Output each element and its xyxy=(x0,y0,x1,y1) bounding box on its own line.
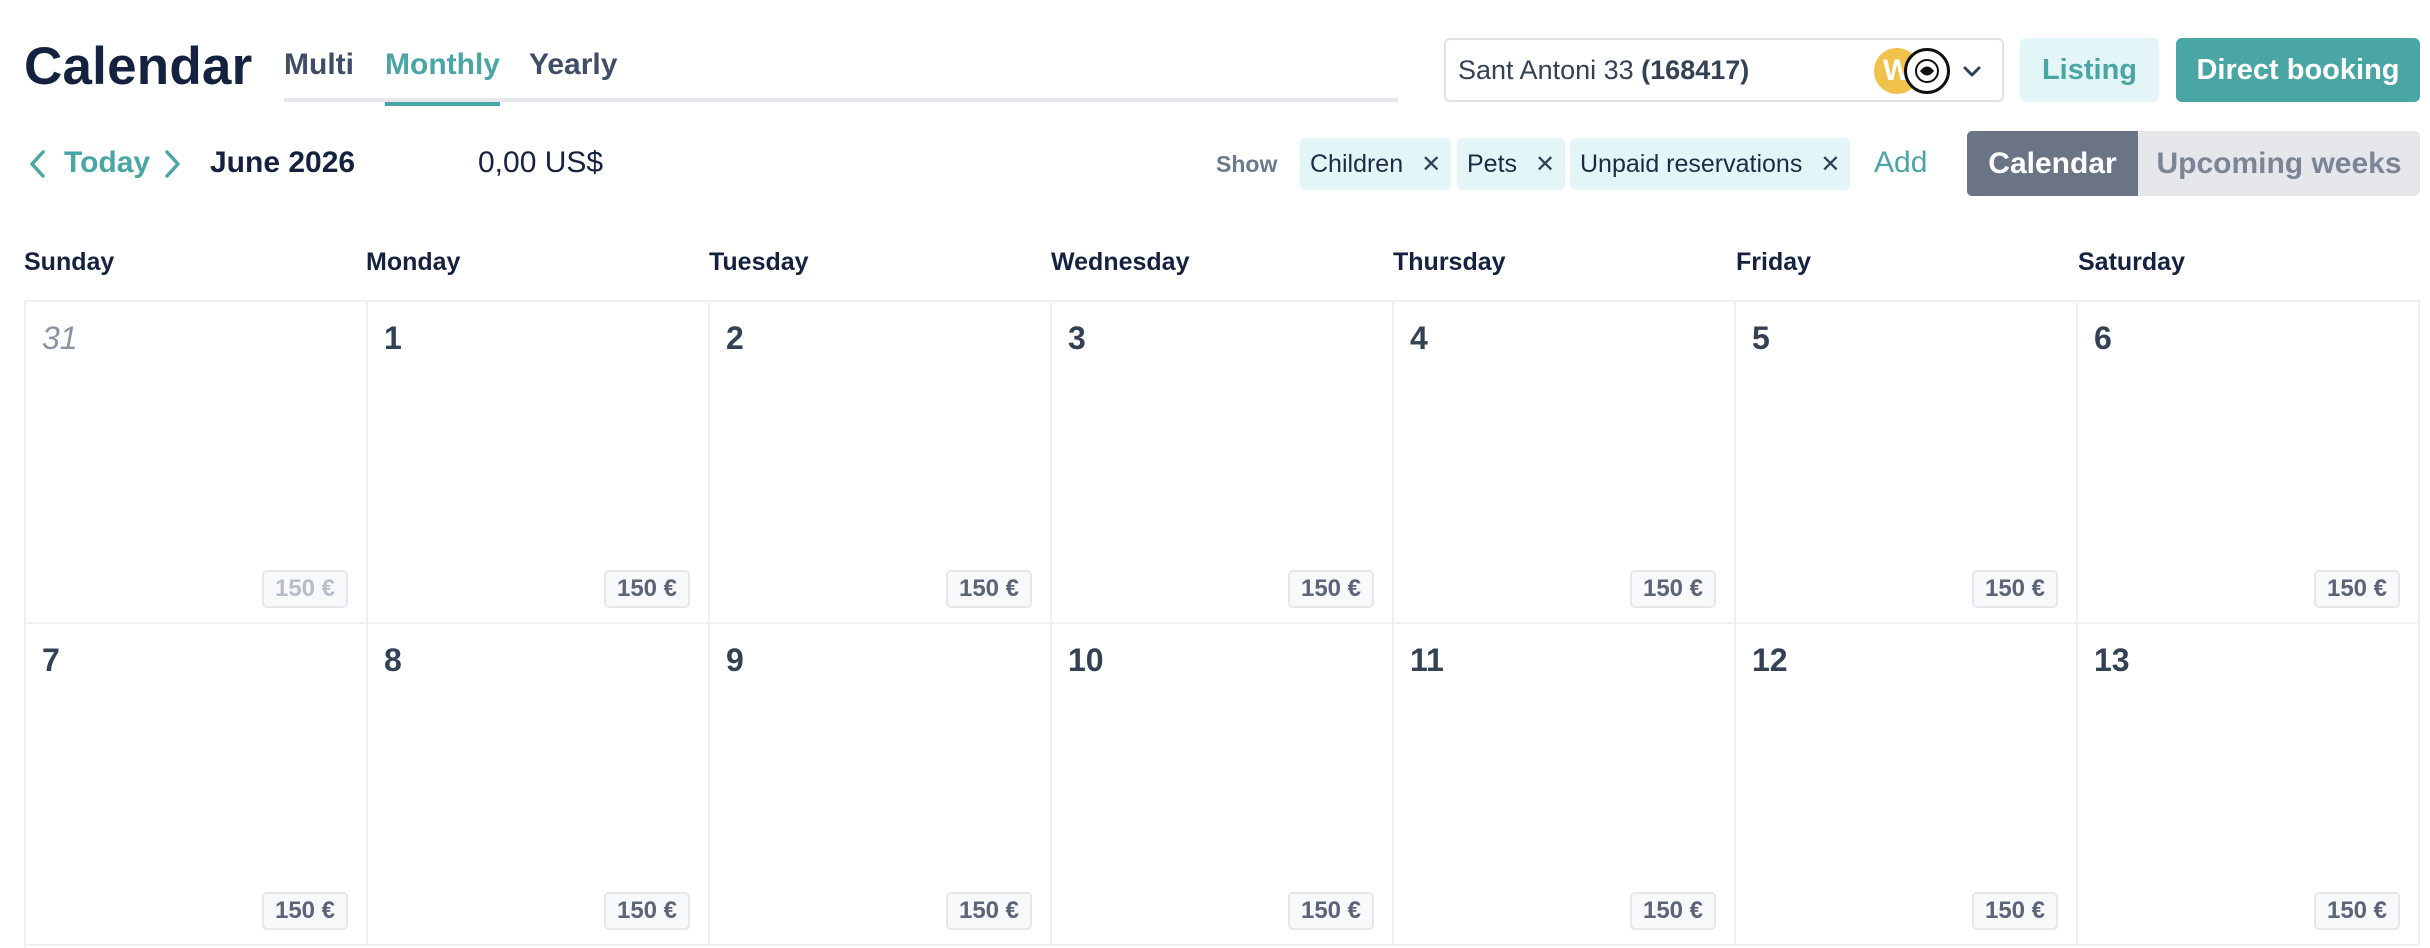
day-cell[interactable]: 8 150 € xyxy=(368,624,710,946)
day-number: 9 xyxy=(726,642,744,678)
chevron-left-icon[interactable] xyxy=(26,148,50,180)
property-name: Sant Antoni 33 xyxy=(1458,54,1634,85)
chevron-down-icon xyxy=(1963,66,1981,77)
day-cell[interactable]: 3 150 € xyxy=(1052,302,1394,624)
view-tabs: Multi Monthly Yearly xyxy=(284,38,1398,106)
day-price: 150 € xyxy=(1972,892,2058,930)
direct-booking-button[interactable]: Direct booking xyxy=(2176,38,2420,102)
filter-chip-label: Children xyxy=(1310,149,1404,178)
day-cell[interactable]: 13 150 € xyxy=(2078,624,2420,946)
day-price: 150 € xyxy=(1630,892,1716,930)
today-button[interactable]: Today xyxy=(64,146,150,180)
day-cell[interactable]: 1 150 € xyxy=(368,302,710,624)
day-price: 150 € xyxy=(1288,570,1374,608)
day-number: 12 xyxy=(1752,642,1788,678)
day-cell[interactable]: 31 150 € xyxy=(26,302,368,624)
weekday-header: Monday xyxy=(366,248,461,276)
chevron-right-icon[interactable] xyxy=(160,148,184,180)
day-price: 150 € xyxy=(2314,892,2400,930)
show-filters-label: Show xyxy=(1216,151,1278,177)
weekday-header: Thursday xyxy=(1393,248,1506,276)
day-price: 150 € xyxy=(262,570,348,608)
weekday-header: Tuesday xyxy=(709,248,809,276)
day-number: 3 xyxy=(1068,320,1086,356)
add-filter-link[interactable]: Add xyxy=(1874,146,1927,180)
tab-multi[interactable]: Multi xyxy=(284,48,354,104)
day-cell[interactable]: 11 150 € xyxy=(1394,624,1736,946)
weekday-header: Friday xyxy=(1736,248,1812,276)
remove-filter-icon[interactable]: ✕ xyxy=(1421,150,1441,179)
current-month-label: June 2026 xyxy=(210,146,356,179)
day-number: 1 xyxy=(384,320,402,356)
property-select[interactable]: Sant Antoni 33 (168417) W xyxy=(1444,38,2004,102)
day-price: 150 € xyxy=(604,570,690,608)
tab-monthly[interactable]: Monthly xyxy=(385,48,500,106)
filter-chip-children[interactable]: Children ✕ xyxy=(1300,138,1452,190)
day-price: 150 € xyxy=(946,892,1032,930)
day-cell[interactable]: 6 150 € xyxy=(2078,302,2420,624)
calendar-page: Calendar Multi Monthly Yearly Sant Anton… xyxy=(0,0,2430,948)
view-toggle-calendar[interactable]: Calendar xyxy=(1967,131,2138,196)
day-number: 2 xyxy=(726,320,744,356)
day-price: 150 € xyxy=(1288,892,1374,930)
day-price: 150 € xyxy=(262,892,348,930)
day-price: 150 € xyxy=(1630,570,1716,608)
calendar-grid: 31 150 € 1 150 € 2 150 € 3 150 € 4 150 €… xyxy=(24,300,2420,948)
day-price: 150 € xyxy=(2314,570,2400,608)
day-number: 7 xyxy=(42,642,60,678)
weekday-header: Sunday xyxy=(24,248,115,276)
remove-filter-icon[interactable]: ✕ xyxy=(1820,150,1840,179)
filter-chip-label: Unpaid reservations xyxy=(1580,149,1803,178)
day-number: 31 xyxy=(42,320,78,356)
day-number: 4 xyxy=(1410,320,1428,356)
day-number: 8 xyxy=(384,642,402,678)
day-cell[interactable]: 5 150 € xyxy=(1736,302,2078,624)
day-cell[interactable]: 7 150 € xyxy=(26,624,368,946)
property-select-label: Sant Antoni 33 (168417) xyxy=(1458,55,1749,86)
day-price: 150 € xyxy=(1972,570,2058,608)
day-price: 150 € xyxy=(946,570,1032,608)
channel-avatars: W xyxy=(1874,45,1954,95)
property-id: (168417) xyxy=(1641,54,1750,85)
day-number: 6 xyxy=(2094,320,2112,356)
day-number: 11 xyxy=(1410,642,1444,678)
day-cell[interactable]: 10 150 € xyxy=(1052,624,1394,946)
filter-chip-pets[interactable]: Pets ✕ xyxy=(1457,138,1566,190)
day-cell[interactable]: 9 150 € xyxy=(710,624,1052,946)
day-cell[interactable]: 12 150 € xyxy=(1736,624,2078,946)
listing-button[interactable]: Listing xyxy=(2020,38,2159,102)
day-cell[interactable]: 2 150 € xyxy=(710,302,1052,624)
day-number: 13 xyxy=(2094,642,2130,678)
page-title: Calendar xyxy=(24,37,253,96)
remove-filter-icon[interactable]: ✕ xyxy=(1535,150,1555,179)
filter-chip-unpaid-reservations[interactable]: Unpaid reservations ✕ xyxy=(1570,138,1851,190)
day-number: 10 xyxy=(1068,642,1104,678)
month-total-amount: 0,00 US$ xyxy=(478,146,604,179)
view-toggle-upcoming-weeks[interactable]: Upcoming weeks xyxy=(2138,131,2420,196)
day-price: 150 € xyxy=(604,892,690,930)
weekday-header: Saturday xyxy=(2078,248,2185,276)
day-number: 5 xyxy=(1752,320,1770,356)
tab-yearly[interactable]: Yearly xyxy=(529,48,617,104)
day-cell[interactable]: 4 150 € xyxy=(1394,302,1736,624)
weekday-header: Wednesday xyxy=(1051,248,1190,276)
filter-chip-label: Pets xyxy=(1467,149,1518,178)
channel-logo-icon xyxy=(1904,48,1950,94)
